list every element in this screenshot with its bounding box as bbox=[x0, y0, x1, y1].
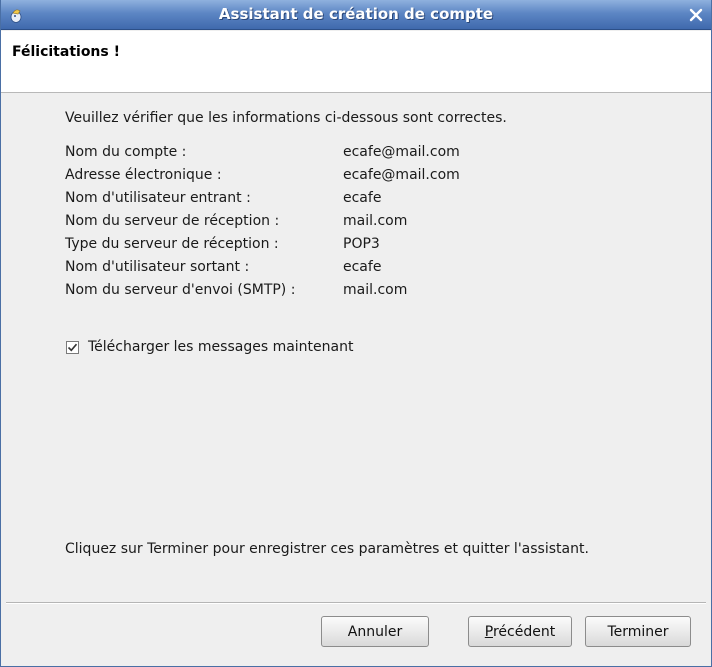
cancel-button-label: Annuler bbox=[347, 623, 403, 640]
intro-text: Veuillez vérifier que les informations c… bbox=[65, 110, 507, 126]
title-bar[interactable]: Assistant de création de compte bbox=[1, 0, 711, 30]
previous-button[interactable]: Précédent bbox=[468, 616, 572, 647]
finish-button[interactable]: Terminer bbox=[585, 616, 691, 647]
previous-label-rest: récédent bbox=[492, 623, 556, 640]
finish-instructions: Cliquez sur Terminer pour enregistrer ce… bbox=[65, 541, 589, 557]
checkmark-icon bbox=[67, 343, 78, 351]
page-title: Félicitations ! bbox=[12, 44, 120, 60]
download-messages-option[interactable]: Télécharger les messages maintenant bbox=[66, 339, 353, 355]
previous-button-label: Précédent bbox=[485, 624, 555, 640]
summary-value: ecafe bbox=[343, 259, 382, 275]
summary-label: Adresse électronique : bbox=[65, 167, 222, 183]
summary-value: mail.com bbox=[343, 213, 408, 229]
finish-button-label: Terminer bbox=[607, 623, 669, 640]
button-separator bbox=[6, 602, 706, 604]
download-messages-checkbox[interactable] bbox=[66, 340, 79, 354]
wizard-content: Veuillez vérifier que les informations c… bbox=[1, 94, 711, 602]
summary-value: ecafe bbox=[343, 190, 382, 206]
wizard-header: Félicitations ! bbox=[1, 31, 711, 93]
close-icon[interactable] bbox=[687, 6, 705, 24]
window-title: Assistant de création de compte bbox=[218, 5, 494, 23]
summary-value: mail.com bbox=[343, 282, 408, 298]
summary-label: Nom du serveur de réception : bbox=[65, 213, 280, 229]
summary-value: ecafe@mail.com bbox=[343, 167, 460, 183]
summary-value: POP3 bbox=[343, 236, 380, 252]
download-messages-label[interactable]: Télécharger les messages maintenant bbox=[88, 339, 353, 355]
summary-label: Nom d'utilisateur sortant : bbox=[65, 259, 250, 275]
summary-value: ecafe@mail.com bbox=[343, 144, 460, 160]
previous-mnemonic: P bbox=[484, 623, 493, 640]
summary-label: Type du serveur de réception : bbox=[65, 236, 279, 252]
account-wizard-window: Assistant de création de compte Félicita… bbox=[0, 0, 712, 667]
summary-label: Nom d'utilisateur entrant : bbox=[65, 190, 251, 206]
cancel-button[interactable]: Annuler bbox=[321, 616, 429, 647]
summary-label: Nom du compte : bbox=[65, 144, 187, 160]
summary-label: Nom du serveur d'envoi (SMTP) : bbox=[65, 282, 296, 298]
